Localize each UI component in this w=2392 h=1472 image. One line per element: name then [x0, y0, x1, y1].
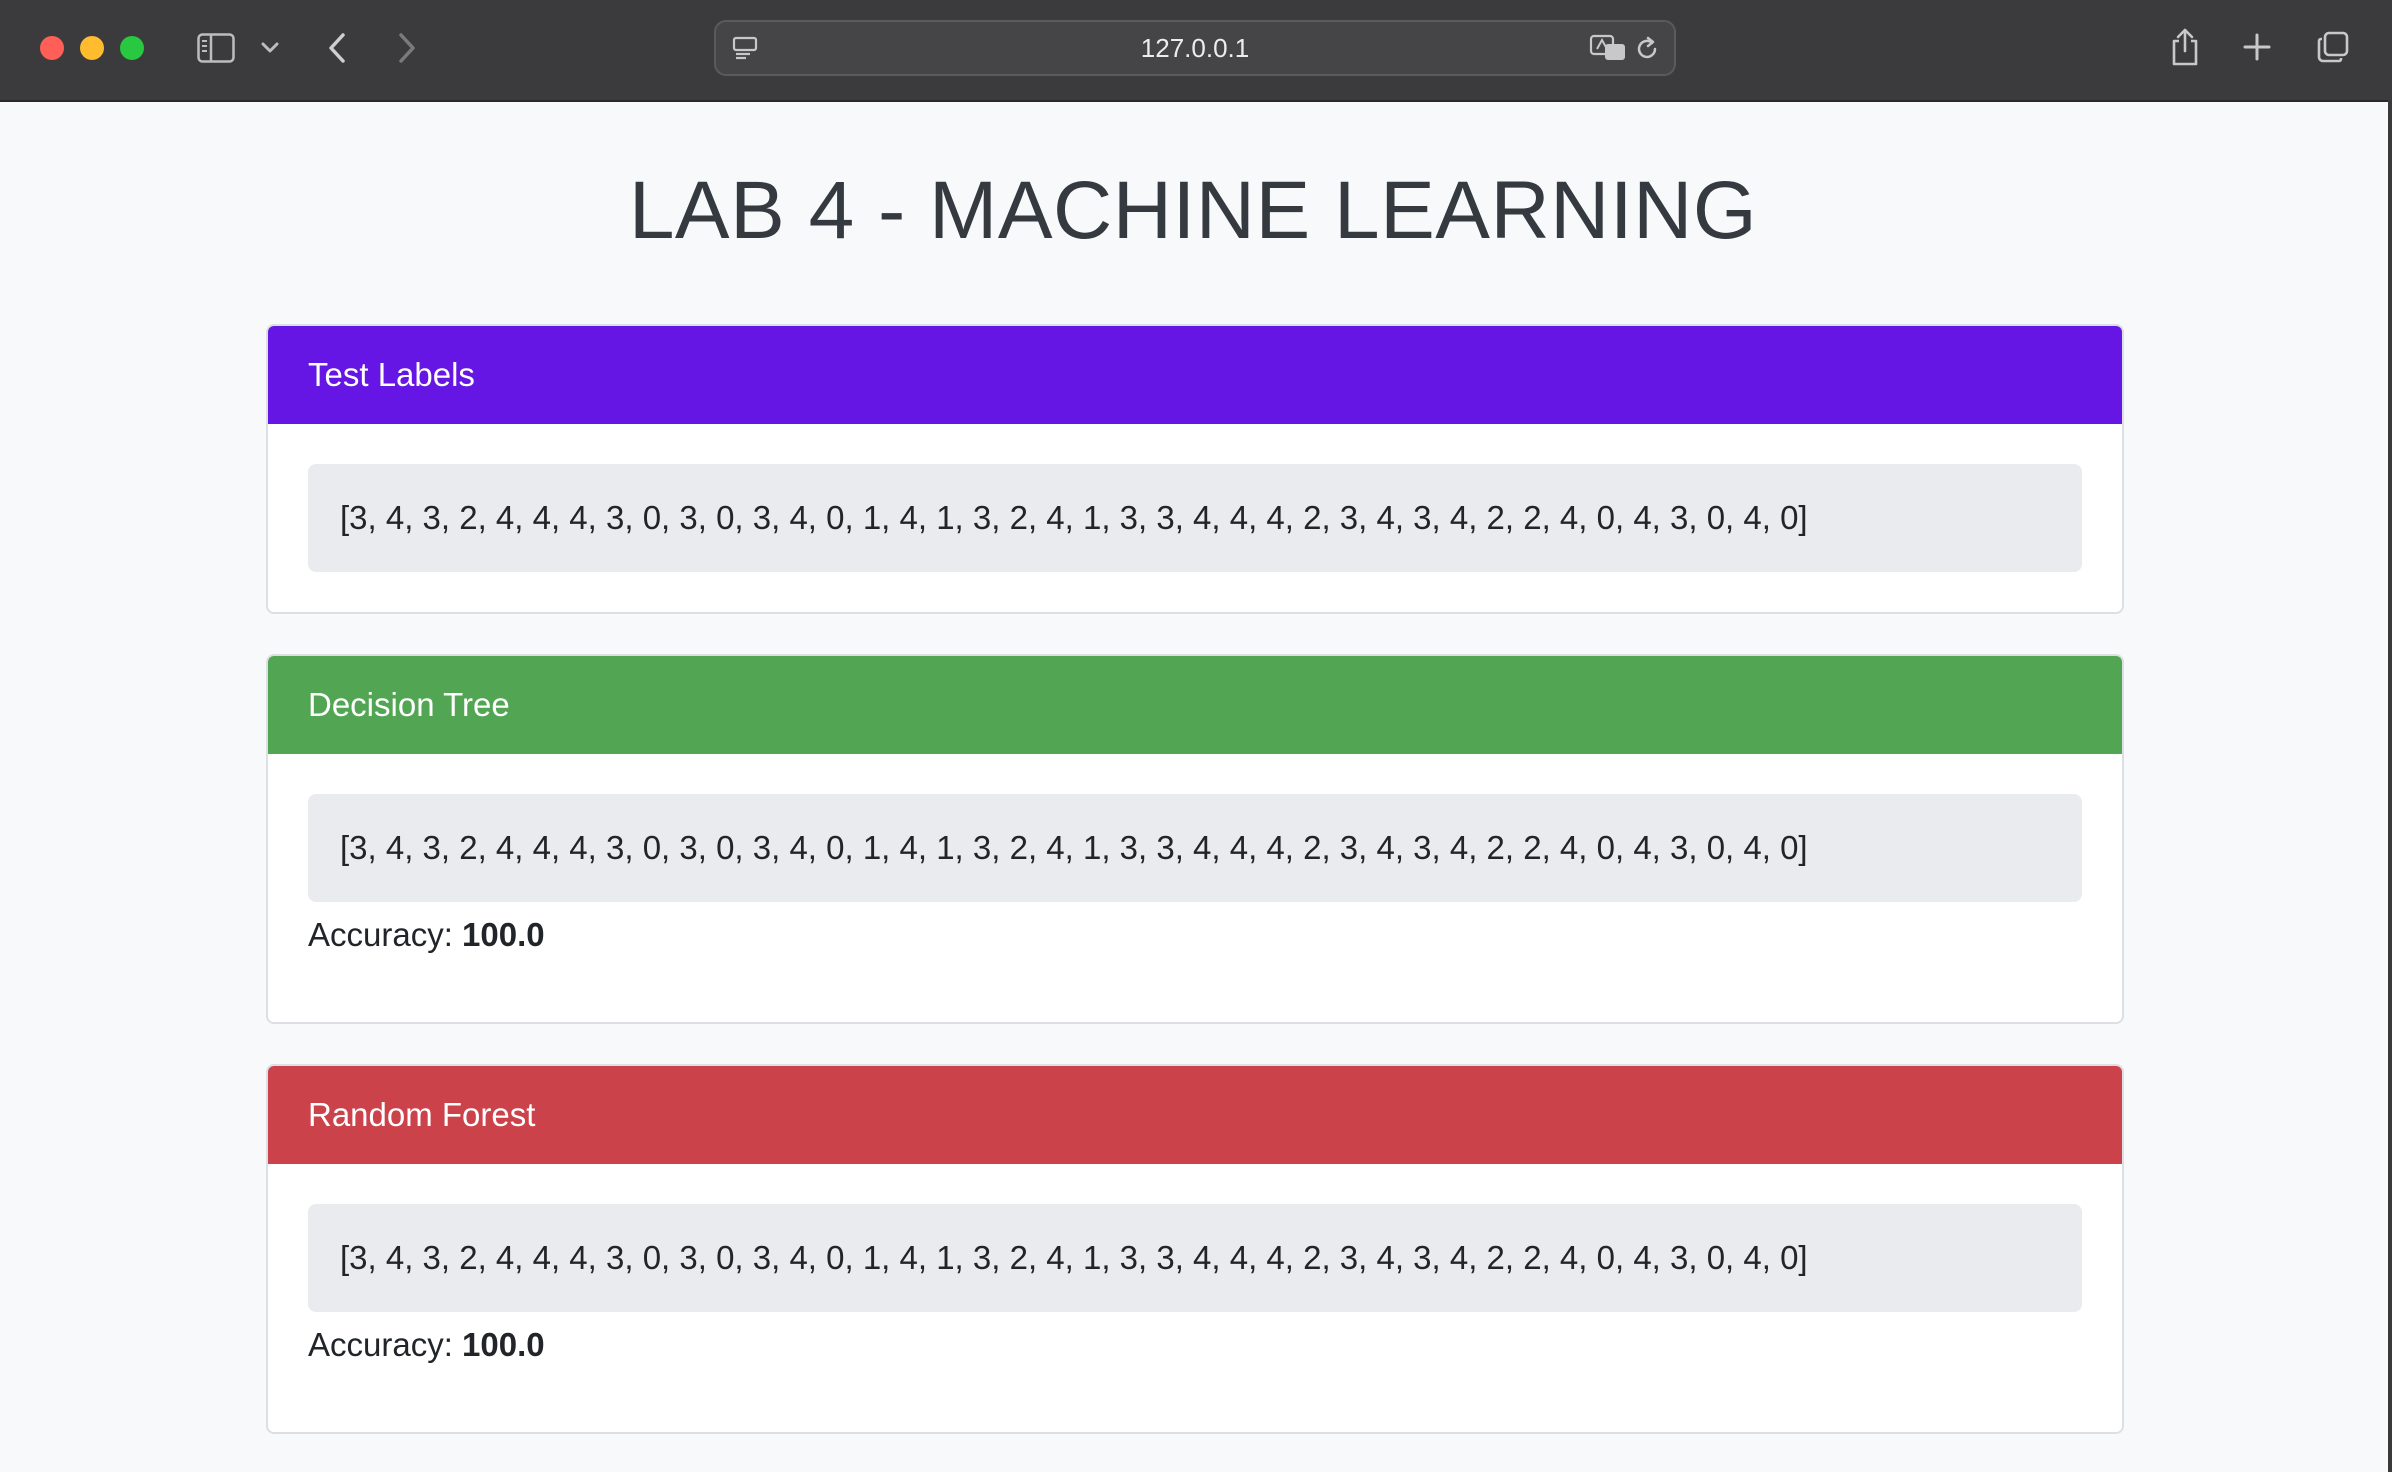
decision-tree-body: [3, 4, 3, 2, 4, 4, 4, 3, 0, 3, 0, 3, 4, …: [268, 754, 2122, 954]
test-labels-values: [3, 4, 3, 2, 4, 4, 4, 3, 0, 3, 0, 3, 4, …: [308, 464, 2082, 572]
accuracy-label: Accuracy:: [308, 1326, 453, 1363]
reload-icon[interactable]: [1632, 34, 1662, 64]
random-forest-body: [3, 4, 3, 2, 4, 4, 4, 3, 0, 3, 0, 3, 4, …: [268, 1164, 2122, 1364]
random-forest-predictions: [3, 4, 3, 2, 4, 4, 4, 3, 0, 3, 0, 3, 4, …: [308, 1204, 2082, 1312]
chevron-down-icon[interactable]: [258, 38, 282, 58]
accuracy-label: Accuracy:: [308, 916, 453, 953]
window-edge: [2388, 100, 2392, 1472]
new-tab-icon[interactable]: [2240, 30, 2274, 64]
browser-window: 127.0.0.1 LAB 4 - MACHINE LEARNING Test …: [0, 0, 2392, 1472]
decision-tree-accuracy: Accuracy: 100.0: [308, 916, 2082, 954]
accuracy-value: 100.0: [462, 916, 545, 953]
decision-tree-header: Decision Tree: [268, 656, 2122, 754]
page-content: LAB 4 - MACHINE LEARNING Test Labels [3,…: [0, 102, 2386, 1472]
random-forest-accuracy: Accuracy: 100.0: [308, 1326, 2082, 1364]
zoom-window-button[interactable]: [120, 36, 144, 60]
back-arrow-icon[interactable]: [322, 30, 352, 66]
address-url[interactable]: 127.0.0.1: [716, 22, 1674, 74]
decision-tree-predictions: [3, 4, 3, 2, 4, 4, 4, 3, 0, 3, 0, 3, 4, …: [308, 794, 2082, 902]
forward-arrow-icon[interactable]: [392, 30, 422, 66]
random-forest-header: Random Forest: [268, 1066, 2122, 1164]
test-labels-header: Test Labels: [268, 326, 2122, 424]
page-title: LAB 4 - MACHINE LEARNING: [628, 165, 1758, 256]
random-forest-card: Random Forest [3, 4, 3, 2, 4, 4, 4, 3, 0…: [266, 1064, 2124, 1434]
test-labels-card: Test Labels [3, 4, 3, 2, 4, 4, 4, 3, 0, …: [266, 324, 2124, 614]
decision-tree-card: Decision Tree [3, 4, 3, 2, 4, 4, 4, 3, 0…: [266, 654, 2124, 1024]
translate-icon[interactable]: [1588, 32, 1628, 64]
address-bar[interactable]: 127.0.0.1: [714, 20, 1676, 76]
sidebar-toggle-icon[interactable]: [194, 30, 238, 66]
accuracy-value: 100.0: [462, 1326, 545, 1363]
browser-toolbar: 127.0.0.1: [0, 0, 2392, 102]
tab-overview-icon[interactable]: [2314, 28, 2352, 66]
minimize-window-button[interactable]: [80, 36, 104, 60]
test-labels-body: [3, 4, 3, 2, 4, 4, 4, 3, 0, 3, 0, 3, 4, …: [268, 424, 2122, 572]
share-icon[interactable]: [2166, 24, 2204, 70]
close-window-button[interactable]: [40, 36, 64, 60]
